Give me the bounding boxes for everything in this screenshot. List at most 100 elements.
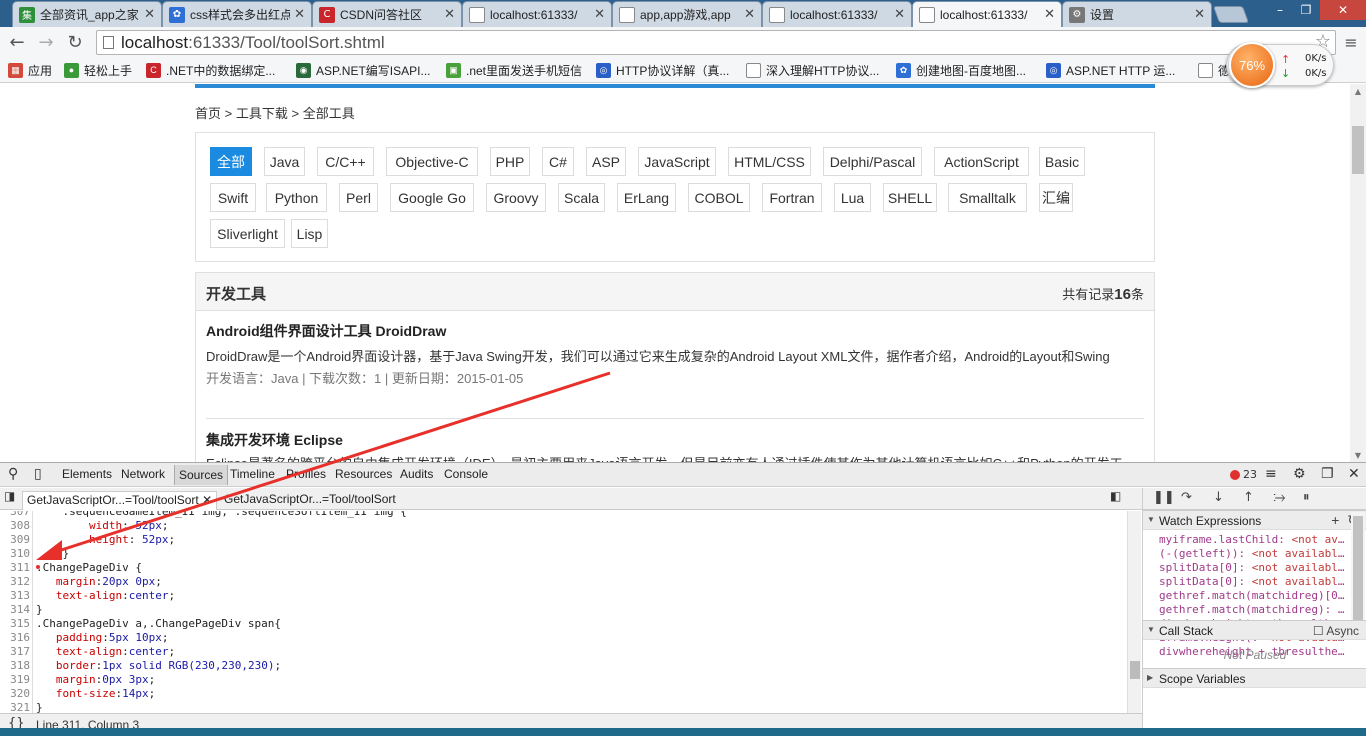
breadcrumb-all-tools[interactable]: 全部工具 [303, 106, 355, 121]
code-line[interactable]: .ChangePageDiv { [36, 561, 142, 574]
line-number[interactable]: 308 [0, 519, 30, 532]
bookmark-item[interactable]: ● 轻松上手 [64, 61, 132, 79]
minimize-button[interactable]: – [1266, 0, 1294, 20]
console-drawer-icon[interactable]: ≡ [1265, 466, 1277, 482]
language-filter-chip[interactable]: Java [264, 147, 305, 176]
code-editor[interactable]: 307 .sequenceGameItem_II img, .sequenceS… [0, 511, 1128, 715]
file-tab[interactable]: GetJavaScriptOr...=Tool/toolSort ✕ [22, 491, 218, 510]
code-line[interactable]: font-size:14px; [36, 687, 155, 700]
watch-scrollbar[interactable] [1351, 512, 1365, 632]
scroll-down-arrow-icon[interactable]: ▼ [1350, 448, 1366, 462]
scrollbar-thumb[interactable] [1353, 516, 1363, 626]
url-text[interactable]: localhost:61333/Tool/toolSort.shtml [121, 33, 385, 53]
code-line[interactable]: margin:0px 3px; [36, 673, 155, 686]
line-number[interactable]: 310 [0, 547, 30, 560]
line-number[interactable]: 309 [0, 533, 30, 546]
bookmark-item[interactable]: ◉ ASP.NET编写ISAPI... [296, 61, 430, 79]
watch-expression[interactable]: gethref.match(matchidreg): ... [1159, 603, 1345, 616]
devtools-tab[interactable]: Network [121, 467, 165, 481]
reload-icon[interactable]: ↻ [64, 31, 86, 53]
close-tab-icon[interactable]: ✕ [894, 7, 905, 22]
language-filter-chip[interactable]: Scala [558, 183, 605, 212]
error-count-badge[interactable]: 23 [1230, 468, 1257, 481]
dock-icon[interactable]: ❐ [1321, 466, 1334, 482]
browser-tab[interactable]: localhost:61333/ ✕ [912, 1, 1062, 27]
language-filter-chip[interactable]: Delphi/Pascal [823, 147, 922, 176]
browser-tab[interactable]: 集全部资讯_app之家 ✕ [12, 1, 162, 27]
watch-expression[interactable]: myiframe.lastChild: <not av... [1159, 533, 1345, 546]
close-tab-icon[interactable]: ✕ [594, 7, 605, 22]
debugger-toggle-icon[interactable]: ◧ [1110, 489, 1121, 503]
bookmark-item[interactable]: ▣ .net里面发送手机短信 [446, 61, 582, 79]
language-filter-chip[interactable]: HTML/CSS [728, 147, 811, 176]
watch-expression[interactable]: splitData[0]: <not availabl... [1159, 575, 1345, 588]
code-line[interactable]: } [36, 547, 69, 560]
language-filter-chip[interactable]: SHELL [883, 183, 937, 212]
line-number[interactable]: 314 [0, 603, 30, 616]
language-filter-chip[interactable]: Objective-C [386, 147, 478, 176]
tool-title-link[interactable]: Android组件界面设计工具 DroidDraw [206, 321, 446, 341]
close-tab-icon[interactable]: ✕ [1194, 7, 1205, 22]
line-number[interactable]: 320 [0, 687, 30, 700]
bookmark-item[interactable]: ◎ HTTP协议详解（真... [596, 61, 729, 79]
call-stack-header[interactable]: ▼ Call Stack ☐ Async [1143, 620, 1366, 640]
line-number[interactable]: 311 [0, 561, 30, 574]
line-number[interactable]: 317 [0, 645, 30, 658]
bookmark-item[interactable]: ▦ 应用 [8, 61, 52, 79]
language-filter-chip[interactable]: Basic [1039, 147, 1085, 176]
scrollbar-thumb[interactable] [1130, 661, 1140, 679]
memory-percent[interactable]: 76% [1229, 42, 1275, 88]
navigator-toggle-icon[interactable]: ◨ [4, 489, 15, 503]
code-line[interactable]: text-align:center; [36, 589, 175, 602]
line-number[interactable]: 313 [0, 589, 30, 602]
language-filter-chip[interactable]: Smalltalk [948, 183, 1027, 212]
settings-gear-icon[interactable]: ⚙ [1293, 466, 1306, 482]
file-tab[interactable]: GetJavaScriptOr...=Tool/toolSort [220, 491, 400, 510]
code-line[interactable]: text-align:center; [36, 645, 175, 658]
back-arrow-icon[interactable]: ← [6, 31, 28, 53]
pause-icon[interactable]: ❚❚ [1153, 490, 1175, 505]
code-line[interactable]: } [36, 603, 43, 616]
line-number[interactable]: 316 [0, 631, 30, 644]
inspect-search-icon[interactable]: ⚲ [8, 466, 18, 482]
devtools-tab[interactable]: Sources [174, 465, 229, 485]
editor-scrollbar[interactable] [1127, 511, 1141, 715]
language-filter-chip[interactable]: ActionScript [934, 147, 1029, 176]
bookmark-item[interactable]: ✿ 创建地图-百度地图... [896, 61, 1026, 79]
code-line[interactable]: margin:20px 0px; [36, 575, 162, 588]
watch-expression[interactable]: (-(getleft)): <not availabl... [1159, 547, 1345, 560]
close-tab-icon[interactable]: ✕ [444, 7, 455, 22]
devtools-tab[interactable]: Timeline [230, 467, 275, 481]
language-filter-chip[interactable]: C# [542, 147, 574, 176]
devtools-tab[interactable]: Profiles [286, 467, 326, 481]
language-filter-chip[interactable]: Swift [210, 183, 256, 212]
code-line[interactable]: .sequenceGameItem_II img, .sequenceSoftI… [36, 511, 406, 518]
pause-on-exceptions-icon[interactable]: ⏸ [1303, 490, 1310, 505]
language-filter-chip[interactable]: 汇编 [1039, 183, 1073, 212]
scope-variables-header[interactable]: ▶ Scope Variables [1143, 668, 1366, 688]
forward-arrow-icon[interactable]: → [35, 31, 57, 53]
browser-tab[interactable]: localhost:61333/ ✕ [762, 1, 912, 27]
language-filter-chip[interactable]: 全部 [210, 147, 252, 176]
add-watch-icon[interactable]: + [1331, 512, 1339, 528]
devtools-tab[interactable]: Console [444, 467, 488, 481]
async-checkbox[interactable]: ☐ [1313, 624, 1324, 638]
step-over-icon[interactable]: ↷ [1181, 490, 1192, 505]
line-number[interactable]: 307 [0, 511, 30, 518]
browser-tab[interactable]: C CSDN问答社区 ✕ [312, 1, 462, 27]
menu-icon[interactable]: ≡ [1340, 31, 1362, 53]
language-filter-chip[interactable]: JavaScript [638, 147, 716, 176]
language-filter-chip[interactable]: ErLang [617, 183, 676, 212]
browser-tab[interactable]: app,app游戏,app ✕ [612, 1, 762, 27]
code-line[interactable]: height: 52px; [36, 533, 175, 546]
step-out-icon[interactable]: ↑ [1243, 490, 1254, 505]
breadcrumb-home[interactable]: 首页 [195, 106, 221, 121]
language-filter-chip[interactable]: Google Go [390, 183, 474, 212]
close-tab-icon[interactable]: ✕ [202, 493, 212, 507]
network-speed-widget[interactable]: 76% ↑ ↓ 0K/s 0K/s [1226, 42, 1334, 88]
code-line[interactable]: width: 52px; [36, 519, 169, 532]
line-number[interactable]: 315 [0, 617, 30, 630]
language-filter-chip[interactable]: C/C++ [317, 147, 374, 176]
code-line[interactable]: border:1px solid RGB(230,230,230); [36, 659, 281, 672]
breadcrumb-downloads[interactable]: 工具下载 [236, 106, 288, 121]
